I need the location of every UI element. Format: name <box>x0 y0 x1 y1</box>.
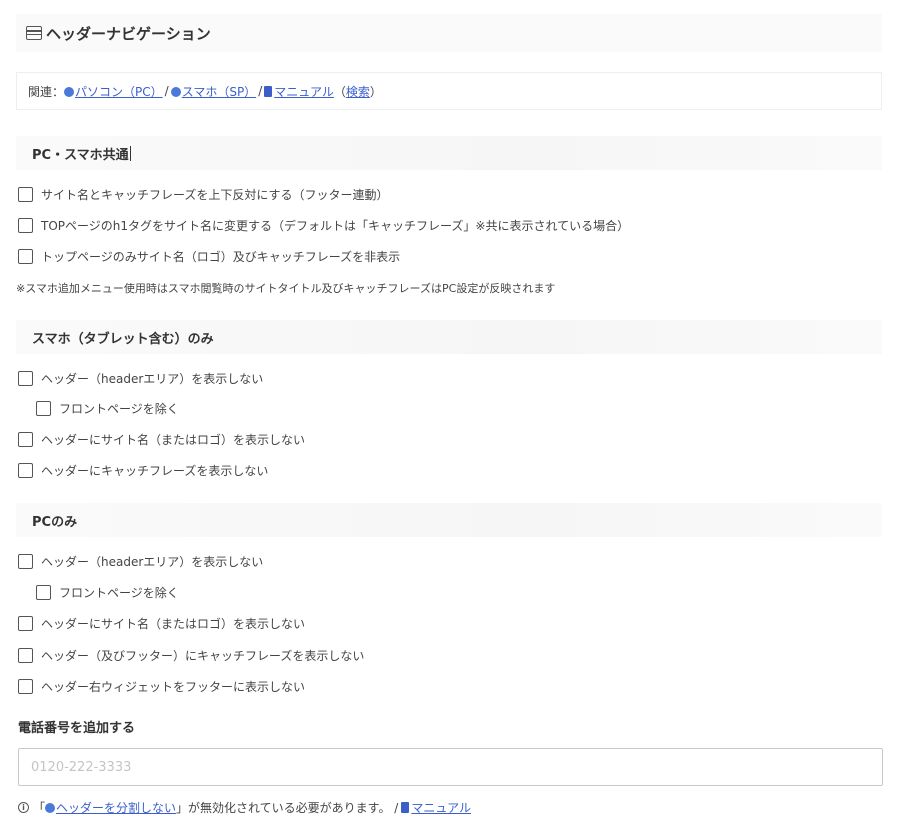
link-manual[interactable]: マニュアル <box>264 83 334 100</box>
pc-option-hide-header[interactable]: ヘッダー（headerエリア）を表示しない <box>18 553 263 570</box>
paren-open: （ <box>333 84 346 99</box>
wordpress-icon <box>64 86 75 97</box>
checkbox[interactable] <box>18 432 33 447</box>
book-icon <box>401 802 410 813</box>
paren-close: ） <box>369 84 382 99</box>
notice: i 「 ヘッダーを分割しない 」が無効化されている必要があります。 / マニュア… <box>18 799 471 816</box>
book-icon <box>264 85 273 97</box>
separator: / <box>258 84 263 98</box>
pc-option-hide-catchphrase[interactable]: ヘッダー（及びフッター）にキャッチフレーズを表示しない <box>18 647 364 664</box>
pc-option-exclude-front[interactable]: フロントページを除く <box>36 584 179 601</box>
checkbox[interactable] <box>18 679 33 694</box>
pc-option-widget-to-footer[interactable]: ヘッダー右ウィジェットをフッターに表示しない <box>18 678 305 695</box>
checkbox[interactable] <box>18 371 33 386</box>
sp-option-exclude-front[interactable]: フロントページを除く <box>36 400 179 417</box>
pc-option-hide-sitename[interactable]: ヘッダーにサイト名（またはロゴ）を表示しない <box>18 615 305 632</box>
link-sp[interactable]: スマホ（SP） <box>170 83 256 100</box>
section-header: ヘッダーナビゲーション <box>16 14 882 52</box>
checkbox[interactable] <box>18 463 33 478</box>
phone-input[interactable] <box>18 748 883 786</box>
wordpress-icon <box>45 803 56 813</box>
link-no-split-header[interactable]: ヘッダーを分割しない <box>45 799 176 816</box>
text-cursor <box>129 145 131 161</box>
checkbox[interactable] <box>18 616 33 631</box>
checkbox[interactable] <box>18 249 33 264</box>
sp-option-hide-header[interactable]: ヘッダー（headerエリア）を表示しない <box>18 370 263 387</box>
option-hide-on-top[interactable]: トップページのみサイト名（ロゴ）及びキャッチフレーズを非表示 <box>18 248 400 265</box>
phone-label: 電話番号を追加する <box>18 721 136 736</box>
checkbox[interactable] <box>36 585 51 600</box>
sp-option-hide-sitename[interactable]: ヘッダーにサイト名（またはロゴ）を表示しない <box>18 431 305 448</box>
checkbox[interactable] <box>18 554 33 569</box>
wordpress-icon <box>170 86 181 97</box>
link-pc[interactable]: パソコン（PC） <box>64 83 163 100</box>
table-icon <box>26 26 42 40</box>
checkbox[interactable] <box>36 401 51 416</box>
section-common-title: PC・スマホ共通 <box>16 136 882 170</box>
section-pc-title: PCのみ <box>16 503 882 537</box>
page-title: ヘッダーナビゲーション <box>46 24 211 43</box>
option-h1-sitename[interactable]: TOPページのh1タグをサイト名に変更する（デフォルトは「キャッチフレーズ」※共… <box>18 217 629 234</box>
related-links-box: 関連： パソコン（PC） / スマホ（SP） / マニュアル （検索） <box>16 72 882 110</box>
separator: / <box>164 84 169 98</box>
checkbox[interactable] <box>18 648 33 663</box>
option-swap-sitename-catchphrase[interactable]: サイト名とキャッチフレーズを上下反対にする（フッター連動） <box>18 186 389 203</box>
related-prefix: 関連： <box>28 84 65 99</box>
checkbox[interactable] <box>18 218 33 233</box>
info-icon: i <box>18 802 29 813</box>
checkbox[interactable] <box>18 187 33 202</box>
common-note: ※スマホ追加メニュー使用時はスマホ閲覧時のサイトタイトル及びキャッチフレーズはP… <box>16 282 556 295</box>
link-manual-notice[interactable]: マニュアル <box>401 799 471 816</box>
link-search[interactable]: 検索 <box>346 83 370 100</box>
section-sp-title: スマホ（タブレット含む）のみ <box>16 320 882 354</box>
sp-option-hide-catchphrase[interactable]: ヘッダーにキャッチフレーズを表示しない <box>18 462 268 479</box>
